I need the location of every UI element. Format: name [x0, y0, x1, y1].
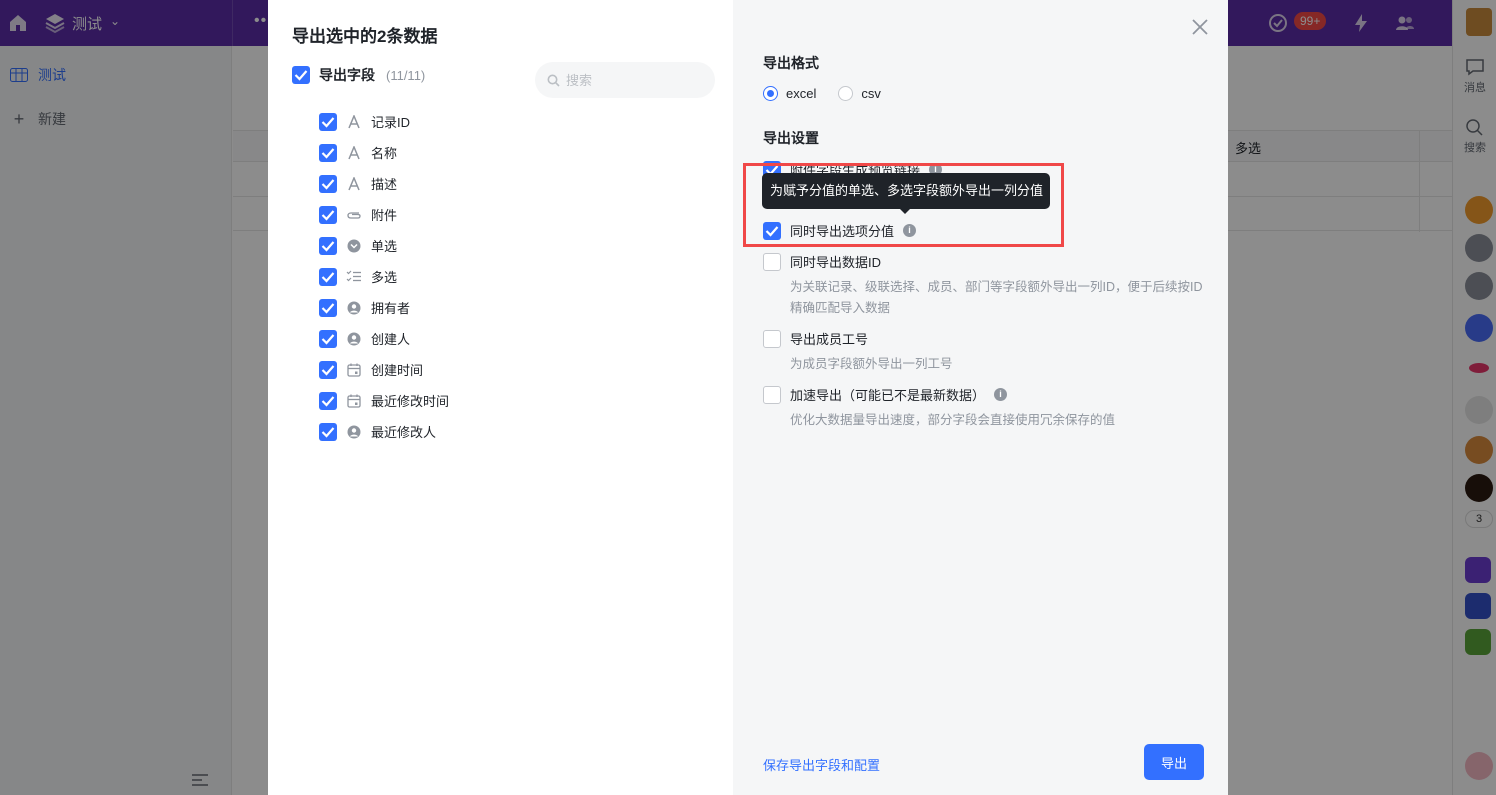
export-dialog: 导出选中的2条数据 导出字段 (11/11) 记录ID 名称描述附件单选多选拥有者…: [268, 0, 1228, 795]
field-row[interactable]: 拥有者: [319, 292, 449, 323]
field-row[interactable]: 创建人: [319, 323, 449, 354]
field-checkbox[interactable]: [319, 143, 337, 162]
field-checkbox[interactable]: [319, 174, 337, 193]
field-row[interactable]: 创建时间: [319, 354, 449, 385]
settings-title: 导出设置: [763, 130, 819, 146]
option-fast-export[interactable]: 加速导出（可能已不是最新数据） i 优化大数据量导出速度，部分字段会直接使用冗余…: [763, 385, 1210, 431]
calendar-icon: [346, 362, 362, 378]
option-label: 加速导出（可能已不是最新数据）: [790, 388, 986, 403]
save-config-link[interactable]: 保存导出字段和配置: [763, 755, 880, 774]
option-label: 导出成员工号: [790, 332, 869, 347]
export-ids-checkbox[interactable]: [763, 252, 781, 271]
multi-select-icon: [346, 269, 362, 285]
highlight-box: [743, 163, 1064, 247]
field-checkbox[interactable]: [319, 267, 337, 286]
field-search[interactable]: [535, 62, 715, 98]
dialog-title: 导出选中的2条数据: [292, 27, 438, 46]
export-button[interactable]: 导出: [1144, 744, 1204, 780]
option-description: 为关联记录、级联选择、成员、部门等字段额外导出一列ID，便于后续按ID 精确匹配…: [790, 280, 1203, 315]
field-checkbox[interactable]: [319, 205, 337, 224]
field-row[interactable]: 名称: [319, 137, 449, 168]
field-checkbox[interactable]: [319, 360, 337, 379]
field-name: 创建时间: [371, 363, 424, 378]
option-description: 优化大数据量导出速度，部分字段会直接使用冗余保存的值: [790, 413, 1116, 427]
field-row[interactable]: 最近修改时间: [319, 385, 449, 416]
select-all-checkbox[interactable]: [292, 66, 310, 84]
field-name: 多选: [371, 270, 398, 285]
radio-excel[interactable]: [763, 86, 778, 101]
format-options: excel csv: [763, 86, 881, 101]
person-icon: [346, 300, 362, 316]
text-icon: [346, 114, 362, 130]
field-row[interactable]: 单选: [319, 230, 449, 261]
calendar-icon: [346, 393, 362, 409]
field-row[interactable]: 最近修改人: [319, 416, 449, 447]
export-fields-count: (11/11): [386, 67, 426, 83]
field-checkbox[interactable]: [319, 329, 337, 348]
field-list: 记录ID 名称描述附件单选多选拥有者创建人创建时间最近修改时间 最近修改人: [319, 106, 449, 447]
attachment-icon: [346, 207, 362, 223]
field-name: 描述: [371, 177, 398, 192]
export-fields-header[interactable]: 导出字段 (11/11): [292, 65, 425, 85]
field-name: 记录ID: [371, 115, 411, 130]
field-row[interactable]: 描述: [319, 168, 449, 199]
field-name: 名称: [371, 146, 398, 161]
radio-label-csv[interactable]: csv: [861, 86, 881, 101]
text-icon: [346, 145, 362, 161]
person-icon: [346, 424, 362, 440]
field-row[interactable]: 多选: [319, 261, 449, 292]
single-select-icon: [346, 238, 362, 254]
option-export-ids[interactable]: 同时导出数据ID 为关联记录、级联选择、成员、部门等字段额外导出一列ID，便于后…: [763, 252, 1210, 319]
close-icon[interactable]: [1190, 17, 1210, 37]
field-name: 创建人: [371, 332, 411, 347]
option-label: 同时导出数据ID: [790, 255, 882, 270]
field-checkbox[interactable]: [319, 422, 337, 441]
field-name: 最近修改时间: [371, 394, 450, 409]
option-employee-id[interactable]: 导出成员工号 为成员字段额外导出一列工号: [763, 329, 1210, 375]
field-name: 拥有者: [371, 301, 411, 316]
field-row[interactable]: 记录ID: [319, 106, 449, 137]
export-fields-label: 导出字段: [319, 67, 375, 83]
radio-csv[interactable]: [838, 86, 854, 101]
field-selection-panel: 导出选中的2条数据 导出字段 (11/11) 记录ID 名称描述附件单选多选拥有者…: [268, 0, 733, 795]
search-input[interactable]: [566, 72, 696, 88]
search-icon: [547, 74, 560, 87]
field-name: 单选: [371, 239, 398, 254]
option-description: 为成员字段额外导出一列工号: [790, 357, 953, 371]
field-name: 最近修改人: [371, 425, 437, 440]
field-name: 附件: [371, 208, 398, 223]
info-icon[interactable]: i: [994, 388, 1008, 401]
fast-export-checkbox[interactable]: [763, 385, 781, 404]
employee-id-checkbox[interactable]: [763, 329, 781, 348]
person-icon: [346, 331, 362, 347]
field-checkbox[interactable]: [319, 298, 337, 317]
field-checkbox[interactable]: [319, 236, 337, 255]
field-checkbox[interactable]: [319, 391, 337, 410]
format-title: 导出格式: [763, 55, 819, 71]
text-icon: [346, 176, 362, 192]
radio-label-excel[interactable]: excel: [786, 86, 816, 101]
field-checkbox[interactable]: [319, 112, 337, 131]
field-row[interactable]: 附件: [319, 199, 449, 230]
